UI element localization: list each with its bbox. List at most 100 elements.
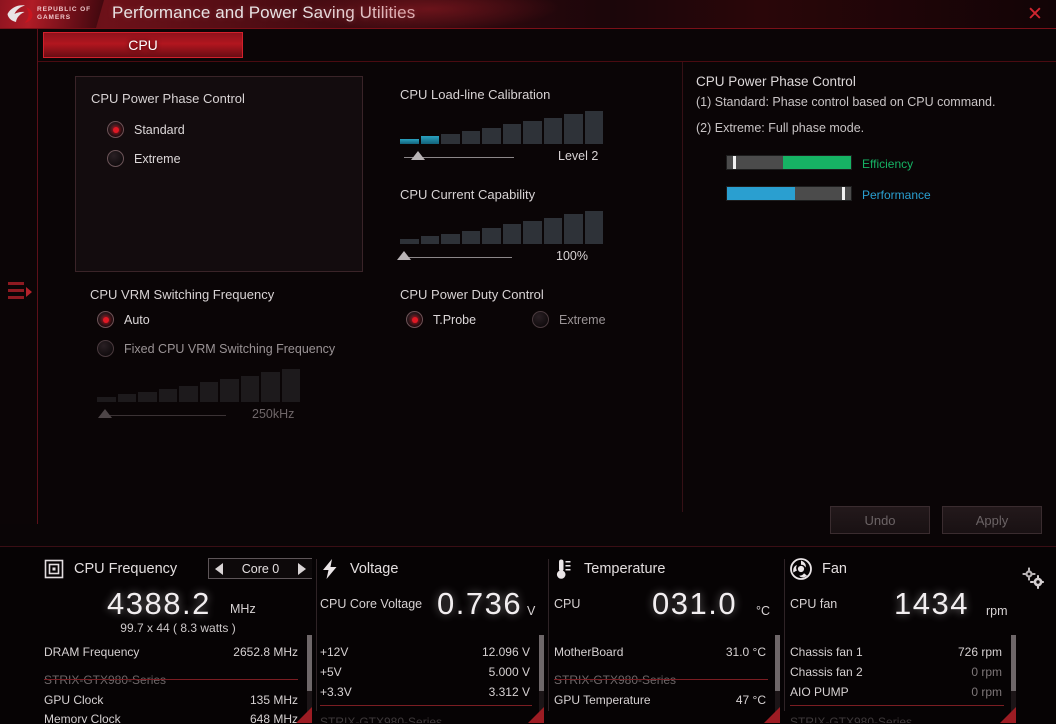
vrm-frequency-slider[interactable]: 250kHz xyxy=(97,368,347,425)
radio-duty-extreme[interactable]: Extreme xyxy=(532,311,606,328)
cpu-frequency-sub: 99.7 x 44 ( 8.3 watts ) xyxy=(120,621,236,635)
radio-power-phase-extreme[interactable]: Extreme xyxy=(107,150,181,167)
row-label: +3.3V xyxy=(320,685,352,699)
radio-vrm-fixed[interactable]: Fixed CPU VRM Switching Frequency xyxy=(97,340,335,357)
fan-title: Fan xyxy=(822,561,847,577)
row-value: 31.0 °C xyxy=(725,645,766,659)
cpu-fan-unit: rpm xyxy=(986,604,1008,618)
wedge-segment xyxy=(240,375,259,402)
radio-duty-tprobe[interactable]: T.Probe xyxy=(406,311,476,328)
wedge-segment xyxy=(482,227,501,244)
scrollbar-thumb[interactable] xyxy=(1011,635,1016,691)
wedge-segment xyxy=(261,372,280,402)
aio-pump-row: AIO PUMP 0 rpm xyxy=(790,685,1016,699)
fan-header: Fan xyxy=(790,555,1016,583)
wedge-segment xyxy=(281,369,300,402)
radio-label: Fixed CPU VRM Switching Frequency xyxy=(124,341,336,356)
duty-control-title: CPU Power Duty Control xyxy=(400,287,544,302)
power-phase-title: CPU Power Phase Control xyxy=(91,91,245,106)
main-content: CPU Power Phase Control Standard Extreme… xyxy=(38,62,1056,534)
wedge-segment xyxy=(420,136,439,144)
scrollbar-thumb[interactable] xyxy=(775,635,780,691)
voltage-device: STRIX-GTX980-Series xyxy=(320,715,443,723)
radio-indicator xyxy=(97,311,114,328)
load-line-knob[interactable] xyxy=(411,151,426,160)
panel-divider-line xyxy=(44,679,298,680)
page-title: Performance and Power Saving Utilities xyxy=(112,3,416,22)
core-next-icon[interactable] xyxy=(298,562,306,575)
wedge-segment xyxy=(400,138,419,144)
cpu-frequency-device: STRIX-GTX980-Series xyxy=(44,673,167,687)
left-rail xyxy=(0,29,38,524)
gears-icon[interactable] xyxy=(1020,565,1048,593)
column-divider xyxy=(682,62,683,512)
vrm-frequency-title: CPU VRM Switching Frequency xyxy=(90,287,275,302)
current-capability-title: CPU Current Capability xyxy=(400,187,536,202)
row-value: 5.000 V xyxy=(488,665,530,679)
tab-cpu[interactable]: CPU xyxy=(43,32,243,58)
wedge-segment xyxy=(199,382,218,402)
wedge-segment xyxy=(117,394,136,402)
legend-bar-performance xyxy=(726,186,852,201)
scrollbar-thumb[interactable] xyxy=(307,635,312,691)
wedge-segment xyxy=(420,236,439,244)
wedge-segment xyxy=(138,391,157,402)
vrm-slider-wedge[interactable] xyxy=(97,368,347,402)
wedge-segment xyxy=(584,211,603,244)
legend-bar-efficiency xyxy=(726,155,852,170)
row-value: 12.096 V xyxy=(481,645,530,659)
row-value: 2652.8 MHz xyxy=(233,645,298,659)
row-value: 0 rpm xyxy=(971,665,1002,679)
wedge-segment xyxy=(441,133,460,144)
temperature-device: STRIX-GTX980-Series xyxy=(554,673,677,687)
legend-tick-performance xyxy=(842,187,846,200)
monitor-panel-cpu-frequency: CPU Frequency Core 0 4388.2 MHz 99.7 x 4… xyxy=(44,555,312,723)
core-prev-icon[interactable] xyxy=(215,562,223,575)
cpu-icon xyxy=(44,559,64,579)
fan-icon xyxy=(790,558,812,580)
radio-power-phase-standard[interactable]: Standard xyxy=(107,121,185,138)
wedge-segment xyxy=(461,230,480,244)
apply-button[interactable]: Apply xyxy=(942,506,1042,534)
radio-vrm-auto[interactable]: Auto xyxy=(97,311,150,328)
tab-strip: CPU xyxy=(38,29,1056,62)
wedge-segment xyxy=(502,124,521,144)
close-icon[interactable]: ✕ xyxy=(1022,3,1048,26)
panel-corner-accent xyxy=(528,707,544,723)
temperature-title: Temperature xyxy=(584,561,666,577)
row-label: GPU Temperature xyxy=(554,693,651,707)
help-line-2: (2) Extreme: Full phase mode. xyxy=(696,121,865,135)
radio-indicator xyxy=(97,340,114,357)
cpu-temperature-value: 031.0 xyxy=(652,586,738,621)
load-line-value: Level 2 xyxy=(558,149,599,163)
monitor-separator xyxy=(316,559,317,711)
vrm-slider-knob[interactable] xyxy=(97,409,112,418)
core-selector[interactable]: Core 0 xyxy=(208,558,312,579)
current-capability-knob[interactable] xyxy=(397,251,411,260)
radio-label: Standard xyxy=(134,122,185,137)
row-label: GPU Clock xyxy=(44,693,104,707)
current-capability-track[interactable] xyxy=(404,257,512,258)
legend-fill-performance xyxy=(727,187,796,200)
panel-divider-line xyxy=(320,705,532,706)
undo-button[interactable]: Undo xyxy=(830,506,930,534)
vrm-slider-track[interactable] xyxy=(101,415,226,416)
current-capability-slider[interactable]: 100% xyxy=(397,210,650,267)
scrollbar-thumb[interactable] xyxy=(539,635,544,691)
rog-line1: REPUBLIC OF xyxy=(37,6,91,13)
monitor-panel-voltage: Voltage CPU Core Voltage 0.736 V +12V 12… xyxy=(320,555,544,723)
load-line-wedge[interactable] xyxy=(400,110,650,144)
load-line-slider[interactable]: Level 2 xyxy=(400,110,650,167)
current-capability-wedge[interactable] xyxy=(400,210,650,244)
monitor-bar: CPU Frequency Core 0 4388.2 MHz 99.7 x 4… xyxy=(0,546,1056,724)
cpu-fan-value: 1434 xyxy=(894,586,969,621)
voltage-header: Voltage xyxy=(320,555,544,583)
load-line-title: CPU Load-line Calibration xyxy=(400,87,551,102)
menu-expand-icon[interactable] xyxy=(8,279,32,305)
help-line-1: (1) Standard: Phase control based on CPU… xyxy=(696,95,996,109)
cpu-power-phase-control-group: CPU Power Phase Control Standard Extreme xyxy=(75,76,363,272)
wedge-segment xyxy=(523,221,542,244)
radio-label: Extreme xyxy=(134,151,181,166)
chassis-fan-2-row: Chassis fan 2 0 rpm xyxy=(790,665,1016,679)
current-capability-value: 100% xyxy=(556,249,588,263)
